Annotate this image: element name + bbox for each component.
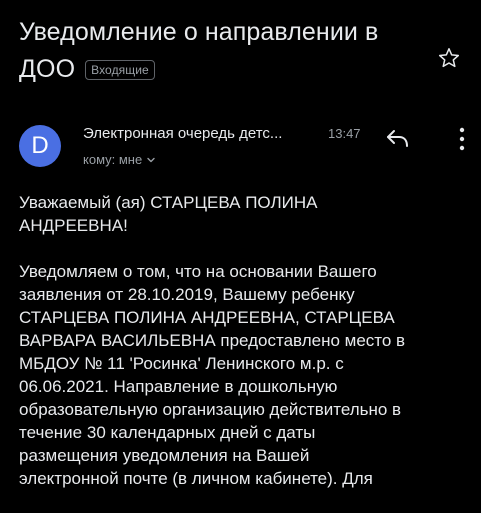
- body-line: МБДОУ № 11 'Росинка' Ленинского м.р. с: [19, 354, 344, 373]
- email-body: Уважаемый (ая) СТАРЦЕВА ПОЛИНА АНДРЕЕВНА…: [19, 191, 467, 513]
- greeting-line: АНДРЕЕВНА!: [19, 216, 128, 235]
- more-vert-icon[interactable]: [458, 126, 466, 152]
- folder-badge[interactable]: Входящие: [85, 59, 155, 80]
- chevron-down-icon[interactable]: [146, 155, 156, 165]
- sender-name[interactable]: Электронная очередь детс...: [83, 124, 313, 144]
- sender-avatar[interactable]: D: [19, 125, 61, 167]
- subject-line-1: Уведомление о направлении в: [19, 18, 379, 46]
- reply-icon[interactable]: [385, 128, 411, 150]
- recipient-row[interactable]: кому: мне: [83, 151, 156, 169]
- body-line: ВАРВАРА ВАСИЛЬЕВНА предоставлено место в: [19, 331, 406, 350]
- email-time: 13:47: [328, 126, 361, 141]
- body-line: образовательную организацию действительн…: [19, 400, 402, 419]
- body-line: 06.06.2021. Направление в дошкольную: [19, 377, 338, 396]
- star-outline-icon[interactable]: [437, 46, 461, 70]
- body-line: СТАРЦЕВА ПОЛИНА АНДРЕЕВНА, СТАРЦЕВА: [19, 308, 395, 327]
- greeting-line: Уважаемый (ая) СТАРЦЕВА ПОЛИНА: [19, 193, 318, 212]
- greeting-paragraph: Уважаемый (ая) СТАРЦЕВА ПОЛИНА АНДРЕЕВНА…: [19, 191, 467, 237]
- body-line: заявления от 28.10.2019, Вашему ребенку: [19, 285, 355, 304]
- body-line: размещения уведомления на Вашей: [19, 446, 310, 465]
- subject-line-2-row: ДОО Входящие: [19, 51, 429, 88]
- recipient-label: кому: мне: [83, 152, 143, 167]
- body-line: течение 30 календарных дней с даты: [19, 423, 316, 442]
- body-line: электронной почте (в личном кабинете). Д…: [19, 469, 373, 488]
- subject-line-2: ДОО: [19, 55, 76, 83]
- body-paragraph: Уведомляем о том, что на основании Вашег…: [19, 260, 467, 490]
- body-line: Уведомляем о том, что на основании Вашег…: [19, 262, 377, 281]
- email-subject: Уведомление о направлении в ДОО Входящие: [19, 14, 429, 88]
